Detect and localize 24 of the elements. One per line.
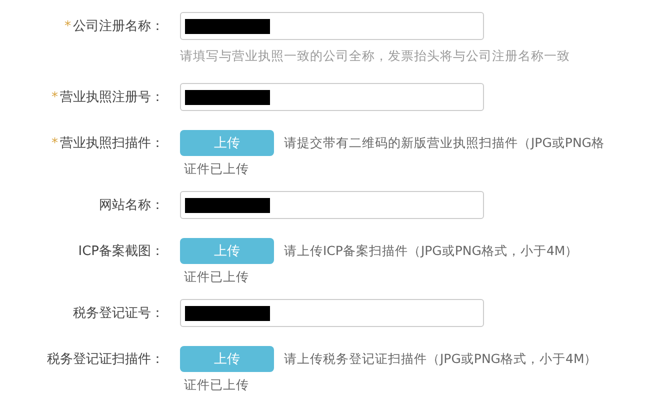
field-label: 营业执照扫描件： bbox=[60, 135, 164, 152]
required-mark: * bbox=[64, 18, 71, 34]
upload-button[interactable]: 上传 bbox=[180, 346, 274, 372]
field-label: 网站名称： bbox=[99, 197, 164, 214]
upload-hint: 请上传ICP备案扫描件（JPG或PNG格式，小于4M） bbox=[284, 242, 578, 260]
upload-hint: 请提交带有二维码的新版营业执照扫描件（JPG或PNG格 bbox=[284, 134, 604, 152]
upload-button[interactable]: 上传 bbox=[180, 238, 274, 264]
field-hint: 请填写与营业执照一致的公司全称，发票抬头将与公司注册名称一致 bbox=[180, 48, 571, 65]
upload-status: 证件已上传 bbox=[183, 269, 250, 286]
upload-status: 证件已上传 bbox=[183, 377, 250, 394]
field-label: 税务登记证号： bbox=[73, 305, 164, 322]
required-mark: * bbox=[52, 90, 58, 104]
input-field[interactable] bbox=[180, 83, 484, 111]
upload-hint: 请上传税务登记证扫描件（JPG或PNG格式，小于4M） bbox=[284, 350, 598, 368]
input-field[interactable] bbox=[180, 191, 484, 219]
upload-button[interactable]: 上传 bbox=[180, 130, 274, 156]
field-label: 公司注册名称： bbox=[73, 18, 164, 35]
field-label: ICP备案截图： bbox=[78, 243, 164, 260]
field-label: 营业执照注册号： bbox=[60, 89, 164, 106]
field-label: 税务登记证扫描件： bbox=[47, 351, 164, 368]
input-field[interactable] bbox=[180, 12, 484, 40]
required-mark: * bbox=[52, 136, 58, 150]
upload-status: 证件已上传 bbox=[183, 161, 250, 178]
input-field[interactable] bbox=[180, 299, 484, 327]
